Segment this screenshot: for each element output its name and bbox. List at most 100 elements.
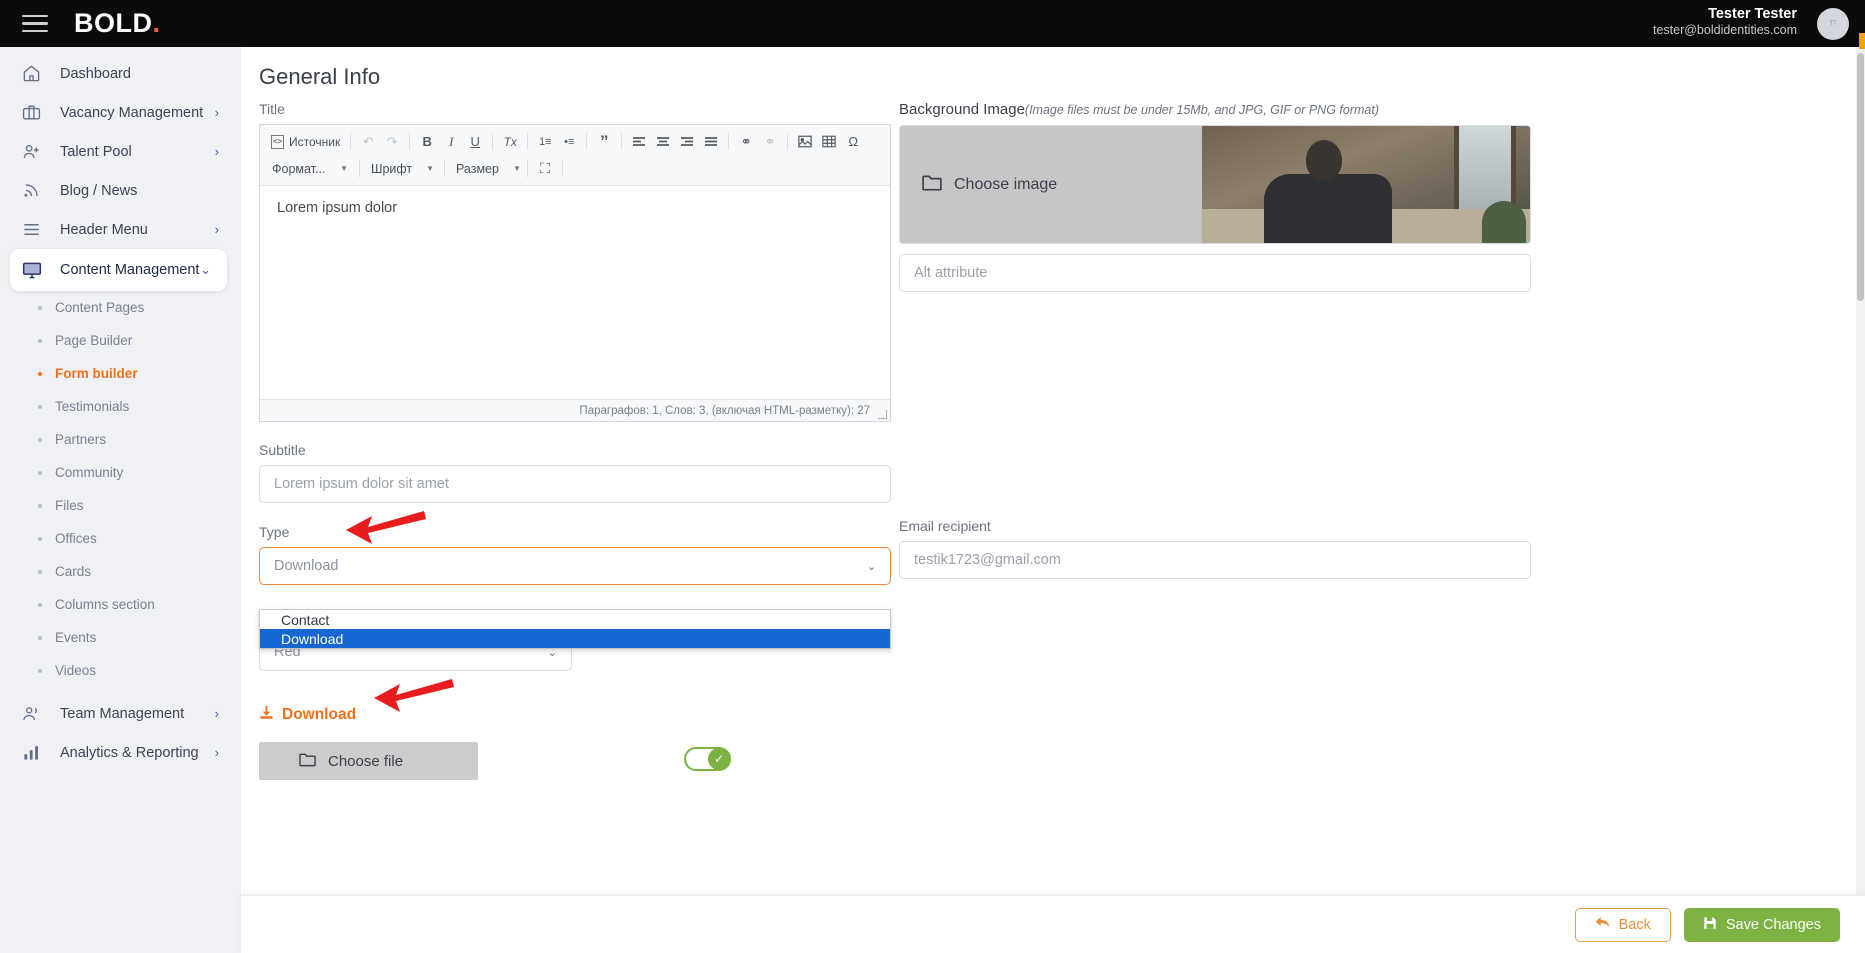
link-icon[interactable]: ⚭ bbox=[734, 131, 758, 153]
users-icon bbox=[22, 704, 48, 724]
toggle-check-icon: ✓ bbox=[708, 748, 730, 770]
back-arrow-icon bbox=[1595, 916, 1610, 933]
email-recipient-input[interactable]: testik1723@gmail.com bbox=[899, 541, 1531, 579]
sidebar-item-blog-news[interactable]: Blog / News bbox=[0, 171, 241, 210]
sidebar-item-content-management[interactable]: Content Management ⌄ bbox=[10, 249, 227, 291]
align-right-icon[interactable] bbox=[675, 131, 699, 153]
sidebar-item-label: Dashboard bbox=[60, 65, 131, 82]
sidebar-subitem-content-pages[interactable]: Content Pages bbox=[0, 291, 241, 324]
size-dropdown[interactable]: Размер ▼ bbox=[450, 158, 522, 180]
back-button[interactable]: Back bbox=[1574, 907, 1671, 942]
italic-icon[interactable]: I bbox=[439, 131, 463, 153]
email-recipient-value: testik1723@gmail.com bbox=[914, 552, 1061, 568]
sidebar-subitem-videos[interactable]: Videos bbox=[0, 654, 241, 687]
toolbar-separator bbox=[621, 133, 623, 150]
chevron-down-icon: ▼ bbox=[426, 164, 435, 173]
numbered-list-icon[interactable]: 1≡ bbox=[533, 131, 557, 153]
bold-icon[interactable]: B bbox=[415, 131, 439, 153]
choose-image-label: Choose image bbox=[954, 175, 1058, 193]
unlink-icon[interactable]: ⚭ bbox=[758, 131, 782, 153]
app-logo[interactable]: BOLD. bbox=[74, 8, 161, 39]
image-icon[interactable] bbox=[793, 131, 817, 153]
type-label: Type bbox=[259, 524, 290, 540]
title-rich-text-editor: <> Источник ↶ ↷ B I U Tx 1≡ •≡ ” ⚭ ⚭ Ω Ф… bbox=[259, 124, 891, 422]
bullet-icon bbox=[38, 338, 42, 343]
justify-icon[interactable] bbox=[699, 131, 723, 153]
sidebar-subitem-label: Form builder bbox=[55, 366, 138, 381]
alt-attribute-input[interactable]: Alt attribute bbox=[899, 254, 1531, 292]
toolbar-separator bbox=[586, 133, 588, 150]
toolbar-separator bbox=[787, 133, 789, 150]
sidebar-subitem-partners[interactable]: Partners bbox=[0, 423, 241, 456]
sidebar-item-team-management[interactable]: Team Management › bbox=[0, 694, 241, 733]
sidebar-subitem-cards[interactable]: Cards bbox=[0, 555, 241, 588]
font-dropdown[interactable]: Шрифт ▼ bbox=[365, 158, 439, 180]
toolbar-separator bbox=[444, 160, 445, 177]
choose-file-button[interactable]: Choose file bbox=[259, 742, 478, 780]
toolbar-separator bbox=[359, 160, 360, 177]
bulleted-list-icon[interactable]: •≡ bbox=[557, 131, 581, 153]
save-changes-button[interactable]: Save Changes bbox=[1683, 907, 1840, 942]
sidebar-subitem-form-builder[interactable]: Form builder bbox=[0, 357, 241, 390]
special-char-icon[interactable]: Ω bbox=[841, 131, 865, 153]
download-link[interactable]: Download bbox=[259, 705, 891, 725]
source-button[interactable]: <> Источник bbox=[266, 134, 345, 149]
sidebar-item-vacancy-management[interactable]: Vacancy Management › bbox=[0, 93, 241, 132]
blockquote-icon[interactable]: ” bbox=[592, 131, 616, 153]
sidebar-item-analytics-reporting[interactable]: Analytics & Reporting › bbox=[0, 733, 241, 772]
editor-content-area[interactable]: Lorem ipsum dolor bbox=[260, 186, 890, 399]
sidebar-subitem-label: Testimonials bbox=[55, 399, 130, 414]
resize-grip-icon[interactable] bbox=[878, 410, 887, 419]
underline-icon[interactable]: U bbox=[463, 131, 487, 153]
sidebar-subitem-label: Offices bbox=[55, 531, 97, 546]
sidebar-item-dashboard[interactable]: Dashboard bbox=[0, 54, 241, 93]
format-dropdown[interactable]: Формат... ▼ bbox=[266, 158, 354, 180]
sidebar-subitem-offices[interactable]: Offices bbox=[0, 522, 241, 555]
menu-lines-icon bbox=[22, 220, 48, 240]
sidebar-subitem-community[interactable]: Community bbox=[0, 456, 241, 489]
sidebar-item-header-menu[interactable]: Header Menu › bbox=[0, 210, 241, 249]
user-info[interactable]: Tester Tester tester@boldidentities.com bbox=[1653, 5, 1797, 39]
sidebar-subitem-label: Community bbox=[55, 465, 124, 480]
back-label: Back bbox=[1618, 916, 1651, 933]
type-select[interactable]: Download ⌄ bbox=[259, 547, 891, 585]
remove-format-icon[interactable]: Tx bbox=[498, 131, 522, 153]
undo-icon[interactable]: ↶ bbox=[356, 131, 380, 153]
home-icon bbox=[22, 64, 48, 84]
sidebar-subitem-events[interactable]: Events bbox=[0, 621, 241, 654]
bg-label-hint: (Image files must be under 15Mb, and JPG… bbox=[1024, 103, 1379, 117]
table-icon[interactable] bbox=[817, 131, 841, 153]
scrollbar-thumb[interactable] bbox=[1857, 53, 1864, 301]
sidebar-item-label: Content Management bbox=[60, 262, 200, 278]
type-option-download[interactable]: Download bbox=[260, 629, 890, 648]
avatar[interactable]: TT bbox=[1817, 8, 1849, 40]
align-left-icon[interactable] bbox=[627, 131, 651, 153]
page-scrollbar[interactable] bbox=[1856, 47, 1865, 953]
bullet-icon bbox=[38, 305, 42, 310]
hamburger-icon[interactable] bbox=[22, 10, 48, 38]
subtitle-input[interactable]: Lorem ipsum dolor sit amet bbox=[259, 465, 891, 503]
sidebar-subitem-label: Partners bbox=[55, 432, 107, 447]
chevron-down-icon: ⌄ bbox=[200, 262, 211, 277]
sidebar-subitem-page-builder[interactable]: Page Builder bbox=[0, 324, 241, 357]
sidebar-subitem-label: Events bbox=[55, 630, 97, 645]
editor-toolbar-row-2: Формат... ▼ Шрифт ▼ Размер ▼ ⛶ bbox=[266, 155, 884, 182]
bullet-icon bbox=[38, 536, 42, 541]
alt-placeholder: Alt attribute bbox=[914, 265, 988, 281]
source-label: Источник bbox=[289, 134, 341, 149]
type-option-contact[interactable]: Contact bbox=[260, 610, 890, 629]
redo-icon[interactable]: ↷ bbox=[380, 131, 404, 153]
align-center-icon[interactable] bbox=[651, 131, 675, 153]
maximize-icon[interactable]: ⛶ bbox=[533, 158, 557, 180]
monitor-icon bbox=[22, 260, 48, 280]
briefcase-icon bbox=[22, 103, 48, 123]
sidebar-subitem-testimonials[interactable]: Testimonials bbox=[0, 390, 241, 423]
background-image-picker[interactable]: Choose image bbox=[899, 125, 1531, 244]
toolbar-separator bbox=[409, 133, 411, 150]
choose-image-button[interactable]: Choose image bbox=[900, 126, 1203, 243]
status-toggle[interactable]: ✓ bbox=[684, 747, 731, 771]
sidebar-item-label: Analytics & Reporting bbox=[60, 744, 199, 761]
sidebar-item-talent-pool[interactable]: Talent Pool › bbox=[0, 132, 241, 171]
sidebar-subitem-files[interactable]: Files bbox=[0, 489, 241, 522]
sidebar-subitem-columns-section[interactable]: Columns section bbox=[0, 588, 241, 621]
